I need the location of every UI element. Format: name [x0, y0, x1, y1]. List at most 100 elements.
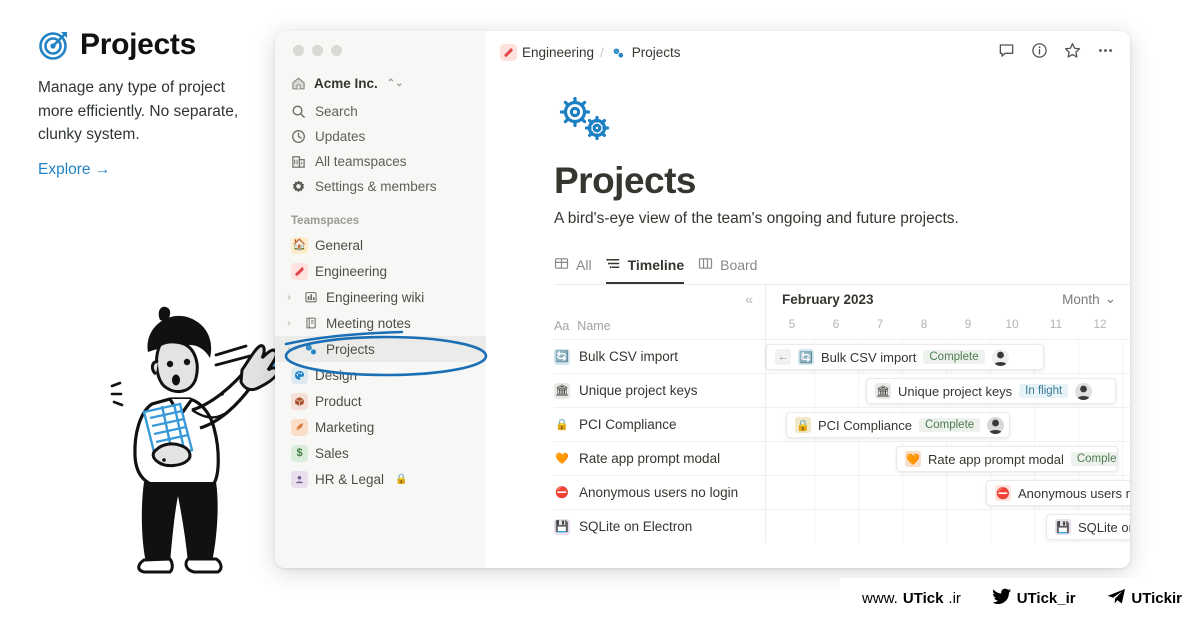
- tab-label: Timeline: [627, 257, 685, 273]
- comment-icon[interactable]: [998, 42, 1015, 64]
- row-name: Anonymous users no login: [579, 485, 739, 500]
- chevrons-left-icon[interactable]: «: [554, 285, 765, 313]
- sidebar-item-all-teamspaces[interactable]: All teamspaces: [275, 149, 486, 174]
- avatar[interactable]: [991, 348, 1009, 366]
- sync-icon: 🔄: [554, 348, 570, 365]
- column-type-label: Aa: [554, 319, 570, 333]
- palette-emoji-icon: [291, 366, 308, 384]
- website-tld: .ir: [948, 590, 961, 607]
- bank-icon: 🏛: [554, 382, 570, 399]
- teamspace-label: Engineering: [315, 263, 388, 279]
- target-icon: [38, 29, 70, 61]
- star-icon[interactable]: [1064, 42, 1081, 64]
- sidebar-item-marketing[interactable]: Marketing: [275, 414, 486, 440]
- maximize-dot[interactable]: [331, 45, 342, 56]
- timeline-gridline: [1122, 442, 1123, 475]
- sidebar-item-meeting-notes[interactable]: › Meeting notes: [275, 310, 486, 336]
- table-row[interactable]: 🔄 Bulk CSV import: [554, 339, 765, 373]
- timeline-bar[interactable]: 💾SQLite on ElectronPlanned: [1046, 514, 1130, 540]
- avatar[interactable]: [987, 416, 1005, 434]
- timeline-bar[interactable]: ⛔Anonymous users no loginIn flight: [986, 480, 1130, 506]
- teamspace-label: Engineering wiki: [326, 289, 425, 305]
- tab-board[interactable]: Board: [698, 256, 757, 284]
- package-emoji-icon: [291, 392, 308, 410]
- more-icon[interactable]: [1097, 42, 1114, 64]
- arrow-left-icon[interactable]: ←: [775, 349, 791, 365]
- timeline-bar-icon: 🔒: [795, 417, 811, 433]
- timeline-bar-icon: 🔄: [798, 349, 814, 365]
- info-icon[interactable]: [1031, 42, 1048, 64]
- minimize-dot[interactable]: [312, 45, 323, 56]
- timeline-gridline: [946, 476, 947, 509]
- timeline-gridline: [990, 510, 991, 543]
- close-dot[interactable]: [293, 45, 304, 56]
- website-name: UTick: [902, 590, 944, 607]
- timeline-chart-column: February 2023 Month ⌄ 5 6 7 8 9 10 11 12 ← 🔄 Bulk…: [766, 285, 1130, 543]
- table-row[interactable]: ⛔ Anonymous users no login: [554, 475, 765, 509]
- timeline-bars: ← 🔄 Bulk CSV import Complete 🏛 Unique project…: [766, 339, 1130, 543]
- chevron-right-icon[interactable]: ›: [283, 344, 295, 355]
- tab-all[interactable]: All: [554, 256, 592, 284]
- timeline-day-tick: 12: [1093, 317, 1107, 331]
- sidebar-item-sales[interactable]: $ Sales: [275, 440, 486, 466]
- name-column-header[interactable]: Aa Name: [554, 313, 765, 339]
- promo-body: Manage any type of project more efficien…: [38, 79, 239, 144]
- workspace-name: Acme Inc.: [314, 76, 378, 91]
- timeline-bar[interactable]: ← 🔄 Bulk CSV import Complete: [766, 344, 1044, 370]
- chevron-right-icon[interactable]: ›: [283, 292, 295, 303]
- sidebar-item-general[interactable]: 🏠 General: [275, 232, 486, 258]
- avatar[interactable]: [1075, 382, 1093, 400]
- sidebar-label: Search: [315, 104, 358, 119]
- scale-label: Month: [1062, 291, 1100, 307]
- sidebar-label: Updates: [315, 129, 366, 144]
- timeline-scale-selector[interactable]: Month ⌄: [1062, 291, 1116, 307]
- timeline-bar[interactable]: 🏛 Unique project keys In flight: [866, 378, 1116, 404]
- telegram-icon: [1107, 588, 1126, 609]
- sidebar-item-search[interactable]: Search: [275, 99, 486, 124]
- sidebar-item-product[interactable]: Product: [275, 388, 486, 414]
- timeline-day-ticks: 5 6 7 8 9 10 11 12: [766, 313, 1130, 339]
- status-badge: In flight: [1019, 384, 1069, 398]
- timeline-bar-label: PCI Compliance: [818, 417, 912, 433]
- chevron-right-icon[interactable]: ›: [283, 318, 295, 329]
- website-prefix: www.: [862, 590, 898, 607]
- window-traffic-lights: [275, 45, 486, 72]
- sidebar-item-engineering[interactable]: Engineering: [275, 258, 486, 284]
- twitter-icon: [991, 588, 1012, 609]
- table-row[interactable]: 💾 SQLite on Electron: [554, 509, 765, 543]
- table-row[interactable]: 🔒 PCI Compliance: [554, 407, 765, 441]
- teamspace-list: 🏠 General Engineering › Engineering wiki…: [275, 232, 486, 492]
- gears-icon: [302, 341, 319, 358]
- explore-link[interactable]: Explore →: [38, 161, 110, 179]
- table-row[interactable]: 🏛 Unique project keys: [554, 373, 765, 407]
- timeline-lane: ← 🔄 Bulk CSV import Complete: [766, 339, 1130, 373]
- timeline-month-label: February 2023: [782, 291, 874, 307]
- sidebar-label: Settings & members: [315, 179, 437, 194]
- sidebar-item-settings-members[interactable]: Settings & members: [275, 174, 486, 199]
- status-badge: Complete: [1070, 452, 1117, 466]
- wrench-emoji-icon: [291, 262, 308, 280]
- timeline-gridline: [946, 510, 947, 543]
- timeline-gridline: [858, 374, 859, 407]
- row-name: SQLite on Electron: [579, 519, 693, 534]
- timeline-lane: 🧡 Rate app prompt modal Complete: [766, 441, 1130, 475]
- table-row[interactable]: 🧡 Rate app prompt modal: [554, 441, 765, 475]
- sidebar-item-design[interactable]: Design: [275, 362, 486, 388]
- breadcrumb-engineering[interactable]: Engineering: [500, 44, 594, 61]
- tab-timeline[interactable]: Timeline: [605, 256, 685, 284]
- sidebar-item-hr-legal[interactable]: HR & Legal 🔒: [275, 466, 486, 492]
- timeline-bar[interactable]: 🔒 PCI Compliance Complete: [786, 412, 1010, 438]
- timeline-gridline: [1034, 408, 1035, 441]
- timeline-lane: ⛔Anonymous users no loginIn flight: [766, 475, 1130, 509]
- timeline-gridline: [814, 476, 815, 509]
- workspace-switcher[interactable]: Acme Inc. ⌃⌄: [275, 72, 486, 95]
- sidebar-item-engineering-wiki[interactable]: › Engineering wiki: [275, 284, 486, 310]
- sidebar-item-projects[interactable]: › Projects: [275, 336, 486, 362]
- breadcrumb-projects[interactable]: Projects: [610, 44, 680, 61]
- sidebar-item-updates[interactable]: Updates: [275, 124, 486, 149]
- timeline-bar[interactable]: 🧡 Rate app prompt modal Complete: [896, 446, 1118, 472]
- document-body: Projects A bird's-eye view of the team's…: [486, 74, 1130, 284]
- teamspace-label: Product: [315, 393, 362, 409]
- timeline-gridline: [1122, 408, 1123, 441]
- timeline-bar-icon: 🧡: [905, 451, 921, 467]
